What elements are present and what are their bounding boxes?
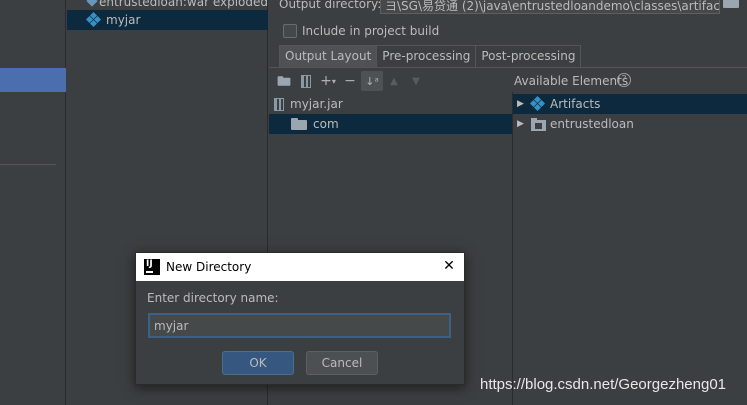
include-in-build-checkbox[interactable] [283,24,297,38]
cancel-button[interactable]: Cancel [306,351,378,375]
layout-toolbar: + ▾ − ↓ᵃ ▲ ▼ [273,71,427,91]
expand-arrow-icon[interactable]: ▶ [517,119,531,129]
tab-bar: Output Layout Pre-processing Post-proces… [279,45,582,67]
add-archive-icon[interactable] [295,71,317,91]
browse-folder-button[interactable] [723,0,741,12]
available-element-item[interactable]: ▶ entrustedloan [513,114,747,134]
directory-name-label: Enter directory name: [147,291,279,305]
create-directory-icon[interactable] [273,71,295,91]
sort-icon[interactable]: ↓ᵃ [361,71,383,91]
move-down-icon[interactable]: ▼ [405,71,427,91]
available-elements-label: Available Elements [514,74,629,88]
dialog-title-bar: New Directory ✕ [136,253,464,281]
jar-icon [274,97,284,111]
artifact-icon [85,11,102,28]
tree-divider [512,92,513,405]
artifact-label: myjar [106,13,141,27]
add-icon[interactable]: + ▾ [317,71,339,91]
left-nav-selected-item[interactable] [0,68,66,92]
war-exploded-icon [87,0,93,8]
left-nav-divider [0,164,56,165]
artifact-item-selected[interactable]: myjar [67,10,268,30]
close-icon[interactable]: ✕ [442,259,456,273]
folder-icon [291,118,307,130]
available-element-label: entrustedloan [550,117,634,131]
tab-output-layout[interactable]: Output Layout [279,45,378,67]
folder-icon [723,0,739,8]
expand-arrow-icon[interactable]: ▶ [517,99,531,109]
artifact-label: entrustedloan:war exploded [99,0,268,9]
available-element-item-selected[interactable]: ▶ Artifacts [513,94,747,114]
module-folder-icon [531,117,546,131]
tab-post-processing[interactable]: Post-processing [475,45,582,67]
available-element-label: Artifacts [550,97,601,111]
intellij-logo-icon [144,259,160,275]
artifact-icon [529,95,546,112]
layout-tree-item-selected[interactable]: com [269,114,512,134]
output-directory-label: Output directory: [279,0,382,11]
dialog-title: New Directory [166,260,252,274]
new-directory-dialog: New Directory ✕ Enter directory name: OK… [135,252,465,385]
remove-icon[interactable]: − [339,71,361,91]
directory-name-input[interactable] [148,313,451,338]
watermark-text: https://blog.csdn.net/Georgezheng01 [480,376,727,393]
ok-button[interactable]: OK [222,351,294,375]
help-icon[interactable]: ? [617,73,631,87]
layout-tree-label: com [313,117,339,131]
move-up-icon[interactable]: ▲ [383,71,405,91]
output-directory-field[interactable]: ヨ\SG\易贷通 (2)\java\entrustedloandemo\clas… [380,0,720,14]
layout-tree-item[interactable]: myjar.jar [269,94,512,114]
left-nav-panel [0,0,66,405]
layout-tree-label: myjar.jar [290,97,343,111]
tab-pre-processing[interactable]: Pre-processing [376,45,477,67]
include-in-build-label: Include in project build [302,24,440,38]
